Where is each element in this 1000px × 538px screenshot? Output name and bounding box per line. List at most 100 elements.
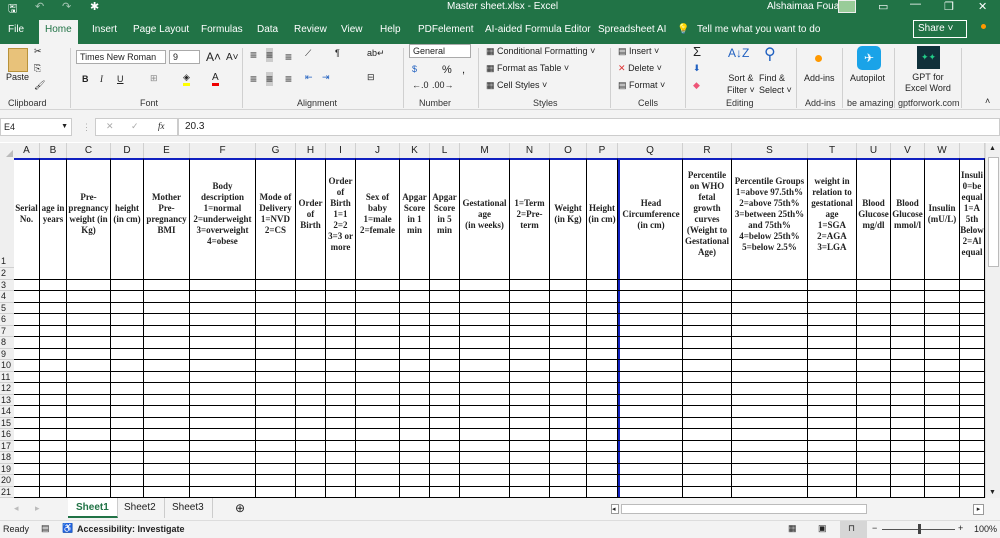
data-cell[interactable]	[618, 302, 683, 314]
data-cell[interactable]	[732, 325, 808, 337]
data-cell[interactable]	[144, 417, 190, 429]
undo-icon[interactable]: ↶	[35, 0, 44, 13]
data-cell[interactable]	[67, 383, 111, 394]
data-cell[interactable]	[683, 302, 732, 314]
data-cell[interactable]	[618, 452, 683, 463]
data-cell[interactable]	[925, 406, 960, 417]
data-cell[interactable]	[40, 279, 67, 291]
data-cell[interactable]	[356, 383, 400, 394]
data-cell[interactable]	[925, 348, 960, 360]
data-cell[interactable]	[430, 440, 460, 452]
data-cell[interactable]	[326, 314, 356, 325]
data-cell[interactable]	[40, 337, 67, 348]
data-cell[interactable]	[857, 406, 891, 417]
data-cell[interactable]	[111, 452, 144, 463]
data-cell[interactable]	[144, 279, 190, 291]
column-header[interactable]: O	[550, 143, 587, 158]
tell-me-search[interactable]: Tell me what you want to do	[697, 24, 820, 35]
data-cell[interactable]	[587, 417, 618, 429]
data-cell[interactable]	[356, 394, 400, 406]
data-cell[interactable]	[891, 325, 925, 337]
header-cell[interactable]: Serial No.	[14, 158, 40, 268]
data-cell[interactable]	[808, 440, 857, 452]
row-header[interactable]: 21	[0, 486, 14, 498]
data-cell[interactable]	[296, 348, 326, 360]
data-cell[interactable]	[430, 302, 460, 314]
data-cell[interactable]	[808, 348, 857, 360]
data-cell[interactable]	[587, 291, 618, 302]
tab-data[interactable]: Data	[257, 24, 278, 35]
page-layout-view-icon[interactable]: ▣	[818, 523, 827, 534]
data-cell[interactable]	[326, 486, 356, 498]
data-cell[interactable]	[960, 337, 985, 348]
data-cell[interactable]	[460, 406, 510, 417]
column-header[interactable]: P	[587, 143, 618, 158]
font-size-select[interactable]: 9	[169, 50, 200, 64]
header-cell[interactable]: Percentile Groups 1=above 97.5th% 2=abov…	[732, 158, 808, 268]
data-cell[interactable]	[732, 452, 808, 463]
data-cell[interactable]	[618, 291, 683, 302]
data-cell[interactable]	[111, 371, 144, 383]
autopilot-button[interactable]: Autopilot	[850, 73, 885, 83]
data-cell[interactable]	[296, 486, 326, 498]
data-cell[interactable]	[510, 440, 550, 452]
data-cell[interactable]	[326, 337, 356, 348]
data-cell[interactable]	[144, 325, 190, 337]
data-cell[interactable]	[587, 325, 618, 337]
data-cell[interactable]	[67, 325, 111, 337]
data-cell[interactable]	[925, 463, 960, 475]
data-cell[interactable]	[808, 291, 857, 302]
data-cell[interactable]	[808, 452, 857, 463]
data-cell[interactable]	[857, 440, 891, 452]
data-cell[interactable]	[296, 314, 326, 325]
data-cell[interactable]	[256, 394, 296, 406]
cancel-icon[interactable]: ✕	[106, 121, 114, 132]
header-cell[interactable]: Mother Pre-pregnancy BMI	[144, 158, 190, 268]
data-cell[interactable]	[400, 371, 430, 383]
data-cell[interactable]	[190, 325, 256, 337]
data-cell[interactable]	[256, 291, 296, 302]
data-cell[interactable]	[40, 417, 67, 429]
data-cell[interactable]	[256, 406, 296, 417]
tab-spreadsheet-ai[interactable]: Spreadsheet AI	[598, 24, 666, 35]
sheet-tab-sheet3[interactable]: Sheet3	[164, 498, 213, 518]
cut-icon[interactable]: ✂	[34, 46, 42, 57]
data-cell[interactable]	[460, 463, 510, 475]
data-cell[interactable]	[111, 394, 144, 406]
data-cell[interactable]	[67, 314, 111, 325]
row-header[interactable]: 15	[0, 417, 14, 429]
data-cell[interactable]	[144, 429, 190, 440]
data-cell[interactable]	[960, 475, 985, 486]
data-cell[interactable]	[587, 360, 618, 371]
align-center-icon[interactable]: ≡	[266, 72, 274, 86]
data-cell[interactable]	[326, 302, 356, 314]
data-cell[interactable]	[960, 268, 985, 279]
data-cell[interactable]	[326, 360, 356, 371]
data-cell[interactable]	[430, 291, 460, 302]
data-cell[interactable]	[460, 394, 510, 406]
align-bottom-icon[interactable]: ≡	[285, 50, 292, 64]
data-cell[interactable]	[857, 268, 891, 279]
data-cell[interactable]	[190, 440, 256, 452]
row-header[interactable]: 3	[0, 279, 14, 291]
header-cell[interactable]: Apgar Score in 1 min	[400, 158, 430, 268]
data-cell[interactable]	[683, 371, 732, 383]
data-cell[interactable]	[891, 417, 925, 429]
data-cell[interactable]	[326, 383, 356, 394]
data-cell[interactable]	[460, 325, 510, 337]
data-cell[interactable]	[67, 268, 111, 279]
data-cell[interactable]	[67, 429, 111, 440]
data-cell[interactable]	[683, 406, 732, 417]
row-header[interactable]: 6	[0, 314, 14, 326]
row-header[interactable]: 13	[0, 394, 14, 406]
data-cell[interactable]	[356, 452, 400, 463]
data-cell[interactable]	[925, 279, 960, 291]
data-cell[interactable]	[67, 440, 111, 452]
data-cell[interactable]	[732, 475, 808, 486]
autopilot-icon[interactable]: ✈	[857, 46, 881, 70]
data-cell[interactable]	[510, 383, 550, 394]
data-cell[interactable]	[683, 429, 732, 440]
data-cell[interactable]	[460, 440, 510, 452]
header-cell[interactable]: 1=Term 2=Pre-term	[510, 158, 550, 268]
data-cell[interactable]	[400, 291, 430, 302]
